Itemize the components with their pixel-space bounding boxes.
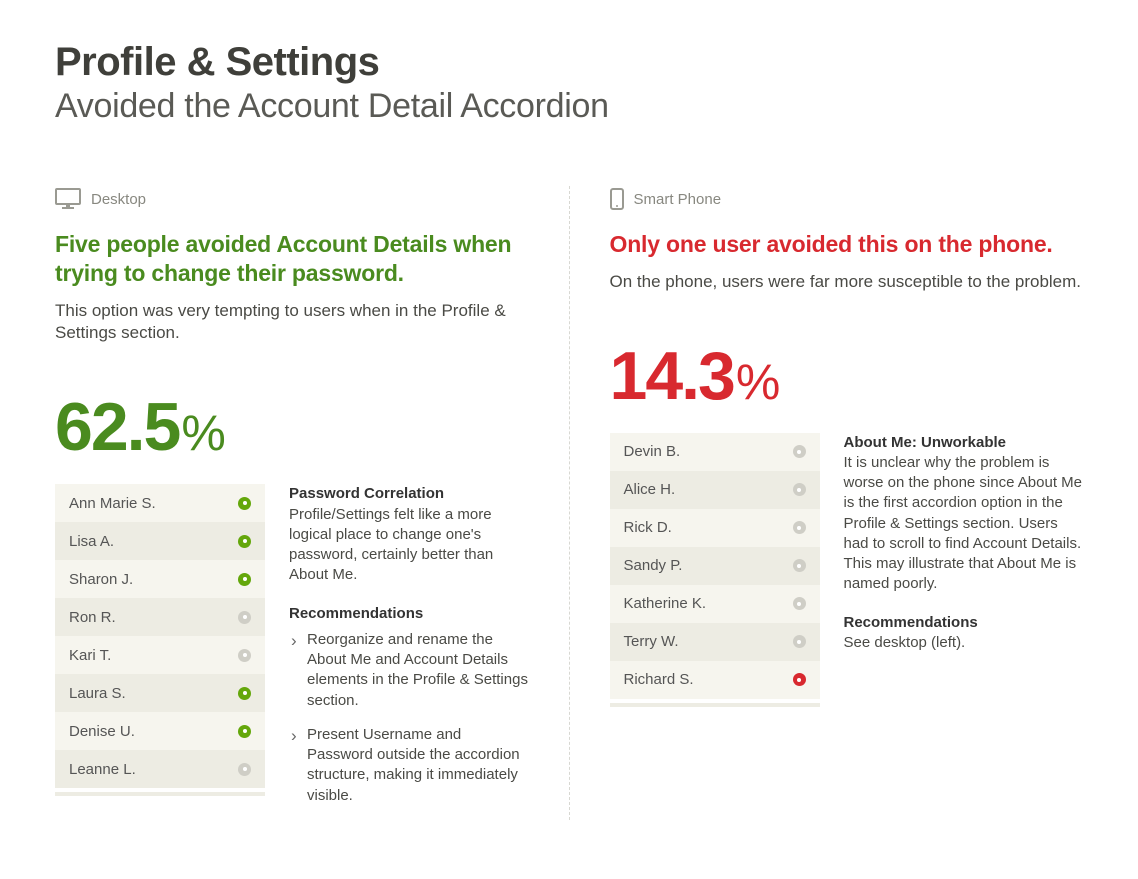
device-row-desktop: Desktop — [55, 186, 529, 212]
page-title: Profile & Settings — [55, 40, 1083, 85]
list-footer-line — [610, 703, 820, 707]
participant-row: Devin B. — [610, 433, 820, 471]
status-dot-active-icon — [238, 535, 251, 548]
participant-name: Rick D. — [624, 519, 672, 536]
phone-column: Smart Phone Only one user avoided this o… — [569, 186, 1084, 820]
participant-row: Katherine K. — [610, 585, 820, 623]
participant-row: Lisa A. — [55, 522, 265, 560]
participant-name: Laura S. — [69, 685, 126, 702]
desktop-column: Desktop Five people avoided Account Deta… — [55, 186, 569, 820]
stat-num: 62.5 — [55, 393, 179, 461]
status-dot-active-icon — [238, 497, 251, 510]
participant-name: Richard S. — [624, 671, 694, 688]
page-header: Profile & Settings Avoided the Account D… — [55, 40, 1083, 126]
participant-row: Terry W. — [610, 623, 820, 661]
device-label: Desktop — [91, 191, 146, 208]
status-dot-inactive-icon — [793, 635, 806, 648]
columns: Desktop Five people avoided Account Deta… — [55, 186, 1083, 820]
participant-row: Richard S. — [610, 661, 820, 699]
participant-name: Devin B. — [624, 443, 681, 460]
participant-name: Leanne L. — [69, 761, 136, 778]
status-dot-active-icon — [238, 687, 251, 700]
participant-name: Katherine K. — [624, 595, 707, 612]
stat-num: 14.3 — [610, 342, 734, 410]
participant-row: Sharon J. — [55, 560, 265, 598]
status-dot-active-icon — [238, 725, 251, 738]
smartphone-icon — [610, 188, 624, 210]
page-subtitle: Avoided the Account Detail Accordion — [55, 87, 1083, 126]
status-dot-active-icon — [238, 573, 251, 586]
participant-name: Kari T. — [69, 647, 111, 664]
sub-phone: On the phone, users were far more suscep… — [610, 271, 1084, 294]
rec-title: Recommendations — [844, 613, 1084, 633]
body-split-desktop: Ann Marie S. Lisa A. Sharon J. Ron R. Kari T… — [55, 484, 529, 820]
participant-row: Sandy P. — [610, 547, 820, 585]
list-footer-line — [55, 792, 265, 796]
status-dot-inactive-icon — [793, 483, 806, 496]
body-split-phone: Devin B. Alice H. Rick D. Sandy P. Katherine… — [610, 433, 1084, 707]
stat-pct: % — [736, 353, 778, 411]
participant-name: Sandy P. — [624, 557, 683, 574]
status-dot-inactive-icon — [238, 611, 251, 624]
participant-list-phone: Devin B. Alice H. Rick D. Sandy P. Katherine… — [610, 433, 820, 707]
notes-desktop: Password Correlation Profile/Settings fe… — [289, 484, 529, 820]
stat-phone: 14.3 % — [610, 342, 1084, 411]
device-row-phone: Smart Phone — [610, 186, 1084, 212]
rec-title: Recommendations — [289, 604, 529, 624]
participant-name: Denise U. — [69, 723, 135, 740]
participant-row: Ann Marie S. — [55, 484, 265, 522]
participant-row: Ron R. — [55, 598, 265, 636]
participant-row: Rick D. — [610, 509, 820, 547]
headline-phone: Only one user avoided this on the phone. — [610, 230, 1084, 259]
rec-list: Reorganize and rename the About Me and A… — [289, 630, 529, 806]
status-dot-inactive-icon — [793, 445, 806, 458]
headline-desktop: Five people avoided Account Details when… — [55, 230, 529, 288]
participant-name: Ann Marie S. — [69, 495, 156, 512]
stat-desktop: 62.5 % — [55, 393, 529, 462]
note-title: About Me: Unworkable — [844, 433, 1084, 453]
status-dot-inactive-icon — [793, 521, 806, 534]
rec-body: See desktop (left). — [844, 633, 1084, 653]
participant-name: Sharon J. — [69, 571, 133, 588]
status-dot-inactive-icon — [793, 559, 806, 572]
participant-row: Denise U. — [55, 712, 265, 750]
note-title: Password Correlation — [289, 484, 529, 504]
note-body: Profile/Settings felt like a more logica… — [289, 505, 529, 586]
participant-row: Kari T. — [55, 636, 265, 674]
participant-name: Lisa A. — [69, 533, 114, 550]
participant-name: Alice H. — [624, 481, 676, 498]
stat-pct: % — [181, 404, 223, 462]
sub-desktop: This option was very tempting to users w… — [55, 300, 529, 346]
notes-phone: About Me: Unworkable It is unclear why t… — [844, 433, 1084, 707]
participant-name: Terry W. — [624, 633, 679, 650]
device-label: Smart Phone — [634, 191, 722, 208]
participant-list-desktop: Ann Marie S. Lisa A. Sharon J. Ron R. Kari T… — [55, 484, 265, 820]
status-dot-active-icon — [793, 673, 806, 686]
participant-name: Ron R. — [69, 609, 116, 626]
status-dot-inactive-icon — [793, 597, 806, 610]
note-body: It is unclear why the problem is worse o… — [844, 453, 1084, 595]
rec-item: Present Username and Password outside th… — [289, 725, 529, 806]
status-dot-inactive-icon — [238, 763, 251, 776]
desktop-icon — [55, 188, 81, 210]
participant-row: Alice H. — [610, 471, 820, 509]
status-dot-inactive-icon — [238, 649, 251, 662]
participant-row: Laura S. — [55, 674, 265, 712]
participant-row: Leanne L. — [55, 750, 265, 788]
rec-item: Reorganize and rename the About Me and A… — [289, 630, 529, 711]
